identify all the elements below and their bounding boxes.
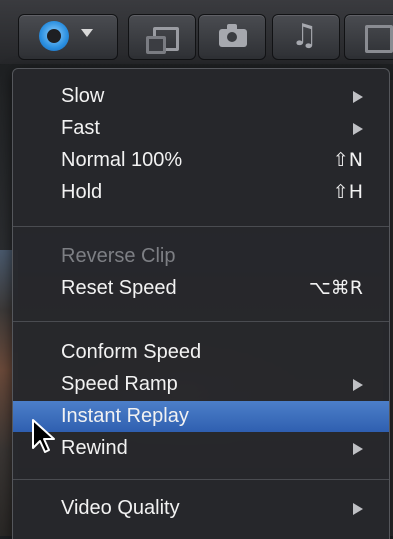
- menu-separator: [13, 321, 389, 322]
- menu-item-label: Reverse Clip: [61, 245, 176, 267]
- generator-icon: [365, 25, 393, 53]
- menu-item-reset-speed[interactable]: Reset Speed ⌥⌘R: [13, 273, 389, 304]
- music-button[interactable]: ♫: [272, 14, 340, 60]
- menu-item-video-quality[interactable]: Video Quality: [13, 493, 389, 524]
- menu-item-reverse-clip: Reverse Clip: [13, 241, 389, 272]
- menu-item-label: Speed Ramp: [61, 373, 178, 395]
- menu-item-label: Fast: [61, 117, 100, 139]
- menu-item-label: Video Quality: [61, 497, 180, 519]
- shortcut-label: ⌥⌘R: [308, 277, 363, 299]
- camera-icon: [219, 24, 247, 47]
- chevron-down-icon: [81, 29, 93, 37]
- generator-button[interactable]: [344, 14, 393, 60]
- menu-item-label: Slow: [61, 85, 105, 107]
- menu-item-label: Instant Replay: [61, 405, 189, 427]
- menu-separator: [13, 479, 389, 480]
- menu-item-label: Hold: [61, 181, 103, 203]
- shortcut-label: ⇧N: [332, 149, 363, 171]
- menu-item-label: Conform Speed: [61, 341, 202, 363]
- menu-separator: [13, 226, 389, 227]
- music-note-icon: ♫: [291, 18, 318, 53]
- menu-item-instant-replay[interactable]: Instant Replay: [13, 401, 389, 432]
- menu-item-rewind[interactable]: Rewind: [13, 433, 389, 464]
- submenu-arrow-icon: [353, 443, 363, 455]
- menu-item-conform-speed[interactable]: Conform Speed: [13, 337, 389, 368]
- menu-item-speed-ramp[interactable]: Speed Ramp: [13, 369, 389, 400]
- mouse-pointer-icon: [32, 419, 55, 453]
- menu-item-slow[interactable]: Slow: [13, 81, 389, 112]
- clip-icon: [146, 27, 179, 54]
- submenu-arrow-icon: [353, 91, 363, 103]
- retime-icon: [39, 21, 69, 51]
- menu-item-normal-100[interactable]: Normal 100% ⇧N: [13, 145, 389, 176]
- menu-item-label: Normal 100%: [61, 149, 183, 171]
- menu-item-hold[interactable]: Hold ⇧H: [13, 177, 389, 208]
- toolbar: ♫: [0, 0, 393, 64]
- submenu-arrow-icon: [353, 503, 363, 515]
- submenu-arrow-icon: [353, 123, 363, 135]
- submenu-arrow-icon: [353, 379, 363, 391]
- camera-button[interactable]: [198, 14, 266, 60]
- menu-item-fast[interactable]: Fast: [13, 113, 389, 144]
- menu-item-label: Rewind: [61, 437, 128, 459]
- menu-item-label: Reset Speed: [61, 277, 177, 299]
- retime-dropdown-menu: Slow Fast Normal 100% ⇧N Hold ⇧H Reverse…: [12, 68, 390, 539]
- retime-menu-button[interactable]: [18, 14, 118, 60]
- clip-button[interactable]: [128, 14, 196, 60]
- shortcut-label: ⇧H: [332, 181, 363, 203]
